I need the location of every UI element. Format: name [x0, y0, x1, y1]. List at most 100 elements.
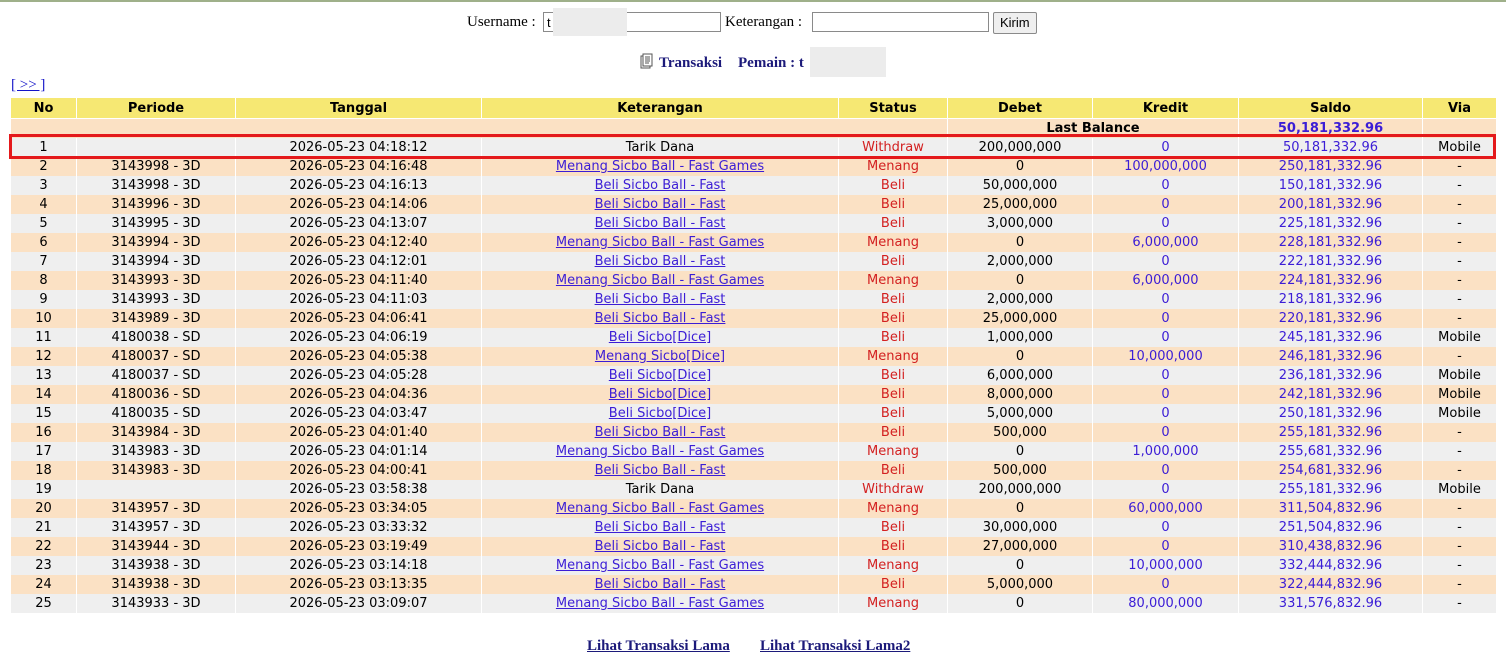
cell-status: Withdraw [838, 138, 948, 157]
cell-no: 16 [10, 423, 77, 442]
keterangan-link[interactable]: Beli Sicbo Ball - Fast [595, 463, 726, 478]
table-row: 19 2026-05-23 03:58:38 Tarik Dana Withdraw 2… [10, 480, 1497, 499]
cell-tanggal: 2026-05-23 04:11:40 [235, 271, 482, 290]
cell-no: 10 [10, 309, 77, 328]
cell-keterangan: Menang Sicbo Ball - Fast Games [481, 271, 839, 290]
cell-keterangan: Beli Sicbo Ball - Fast [481, 518, 839, 537]
cell-periode: 3143983 - 3D [76, 461, 236, 480]
keterangan-link[interactable]: Menang Sicbo Ball - Fast Games [556, 273, 764, 288]
keterangan-link[interactable]: Menang Sicbo Ball - Fast Games [556, 501, 764, 516]
cell-keterangan: Menang Sicbo Ball - Fast Games [481, 442, 839, 461]
cell-saldo: 311,504,832.96 [1238, 499, 1423, 518]
keterangan-link[interactable]: Beli Sicbo[Dice] [609, 330, 711, 345]
cell-debet: 25,000,000 [947, 309, 1093, 328]
table-row: 13 4180037 - SD 2026-05-23 04:05:28 Beli Si… [10, 366, 1497, 385]
keterangan-link[interactable]: Beli Sicbo Ball - Fast [595, 539, 726, 554]
cell-status: Menang [838, 271, 948, 290]
keterangan-link[interactable]: Menang Sicbo Ball - Fast Games [556, 596, 764, 611]
cell-debet: 6,000,000 [947, 366, 1093, 385]
cell-status: Menang [838, 233, 948, 252]
cell-keterangan: Menang Sicbo Ball - Fast Games [481, 556, 839, 575]
old-transactions-link[interactable]: Lihat Transaksi Lama [587, 638, 730, 655]
keterangan-link[interactable]: Beli Sicbo Ball - Fast [595, 197, 726, 212]
cell-keterangan: Menang Sicbo[Dice] [481, 347, 839, 366]
keterangan-link[interactable]: Beli Sicbo Ball - Fast [595, 520, 726, 535]
cell-status: Beli [838, 176, 948, 195]
cell-saldo: 310,438,832.96 [1238, 537, 1423, 556]
username-label: Username : [467, 14, 536, 30]
cell-status: Beli [838, 461, 948, 480]
cell-keterangan: Beli Sicbo Ball - Fast [481, 575, 839, 594]
keterangan-link[interactable]: Beli Sicbo Ball - Fast [595, 311, 726, 326]
cell-debet: 2,000,000 [947, 290, 1093, 309]
cell-saldo: 251,504,832.96 [1238, 518, 1423, 537]
cell-tanggal: 2026-05-23 04:18:12 [235, 138, 482, 157]
cell-keterangan: Menang Sicbo Ball - Fast Games [481, 499, 839, 518]
table-row: 6 3143994 - 3D 2026-05-23 04:12:40 Menang S… [10, 233, 1497, 252]
cell-tanggal: 2026-05-23 04:00:41 [235, 461, 482, 480]
cell-status: Beli [838, 537, 948, 556]
keterangan-link[interactable]: Beli Sicbo Ball - Fast [595, 425, 726, 440]
username-redaction [553, 8, 627, 36]
keterangan-link[interactable]: Menang Sicbo Ball - Fast Games [556, 159, 764, 174]
cell-via: - [1422, 157, 1497, 176]
cell-no: 4 [10, 195, 77, 214]
cell-saldo: 200,181,332.96 [1238, 195, 1423, 214]
cell-kredit: 6,000,000 [1092, 233, 1239, 252]
keterangan-link[interactable]: Menang Sicbo[Dice] [595, 349, 725, 364]
keterangan-link[interactable]: Menang Sicbo Ball - Fast Games [556, 444, 764, 459]
cell-tanggal: 2026-05-23 03:14:18 [235, 556, 482, 575]
cell-periode: 3143993 - 3D [76, 290, 236, 309]
cell-no: 20 [10, 499, 77, 518]
cell-tanggal: 2026-05-23 04:03:47 [235, 404, 482, 423]
cell-periode: 3143938 - 3D [76, 575, 236, 594]
cell-no: 22 [10, 537, 77, 556]
cell-via: - [1422, 594, 1497, 613]
cell-keterangan: Beli Sicbo Ball - Fast [481, 195, 839, 214]
cell-via: - [1422, 233, 1497, 252]
cell-periode: 3143993 - 3D [76, 271, 236, 290]
cell-kredit: 0 [1092, 461, 1239, 480]
cell-periode: 3143995 - 3D [76, 214, 236, 233]
cell-kredit: 0 [1092, 385, 1239, 404]
table-row: 3 3143998 - 3D 2026-05-23 04:16:13 Beli Sic… [10, 176, 1497, 195]
cell-no: 5 [10, 214, 77, 233]
cell-via: - [1422, 518, 1497, 537]
cell-status: Beli [838, 252, 948, 271]
cell-debet: 27,000,000 [947, 537, 1093, 556]
cell-no: 1 [10, 138, 77, 157]
table-row: 12 4180037 - SD 2026-05-23 04:05:38 Menang … [10, 347, 1497, 366]
cell-periode: 3143994 - 3D [76, 233, 236, 252]
cell-no: 7 [10, 252, 77, 271]
table-row: 14 4180036 - SD 2026-05-23 04:04:36 Beli Si… [10, 385, 1497, 404]
table-row: 25 3143933 - 3D 2026-05-23 03:09:07 Menang … [10, 594, 1497, 613]
cell-no: 11 [10, 328, 77, 347]
submit-button[interactable]: Kirim [993, 12, 1037, 34]
cell-via: Mobile [1422, 385, 1497, 404]
keterangan-link[interactable]: Beli Sicbo[Dice] [609, 387, 711, 402]
cell-kredit: 0 [1092, 252, 1239, 271]
table-row: 15 4180035 - SD 2026-05-23 04:03:47 Beli Si… [10, 404, 1497, 423]
keterangan-link[interactable]: Beli Sicbo Ball - Fast [595, 577, 726, 592]
keterangan-link[interactable]: Beli Sicbo[Dice] [609, 368, 711, 383]
table-header: No Periode Tanggal Keterangan Status Deb… [10, 97, 1497, 119]
old-transactions2-link[interactable]: Lihat Transaksi Lama2 [760, 638, 910, 655]
keterangan-link[interactable]: Beli Sicbo[Dice] [609, 406, 711, 421]
cell-keterangan: Beli Sicbo Ball - Fast [481, 423, 839, 442]
keterangan-link[interactable]: Beli Sicbo Ball - Fast [595, 178, 726, 193]
cell-keterangan: Beli Sicbo Ball - Fast [481, 214, 839, 233]
cell-kredit: 0 [1092, 423, 1239, 442]
cell-via: Mobile [1422, 404, 1497, 423]
cell-kredit: 100,000,000 [1092, 157, 1239, 176]
keterangan-link[interactable]: Beli Sicbo Ball - Fast [595, 254, 726, 269]
col-header-no: No [10, 97, 77, 119]
next-page-link[interactable]: [ >> ] [11, 77, 45, 94]
keterangan-link[interactable]: Beli Sicbo Ball - Fast [595, 292, 726, 307]
keterangan-label: Keterangan : [725, 14, 803, 30]
cell-tanggal: 2026-05-23 03:34:05 [235, 499, 482, 518]
keterangan-link[interactable]: Beli Sicbo Ball - Fast [595, 216, 726, 231]
keterangan-link[interactable]: Menang Sicbo Ball - Fast Games [556, 558, 764, 573]
cell-tanggal: 2026-05-23 03:19:49 [235, 537, 482, 556]
keterangan-input[interactable] [812, 12, 989, 32]
keterangan-link[interactable]: Menang Sicbo Ball - Fast Games [556, 235, 764, 250]
